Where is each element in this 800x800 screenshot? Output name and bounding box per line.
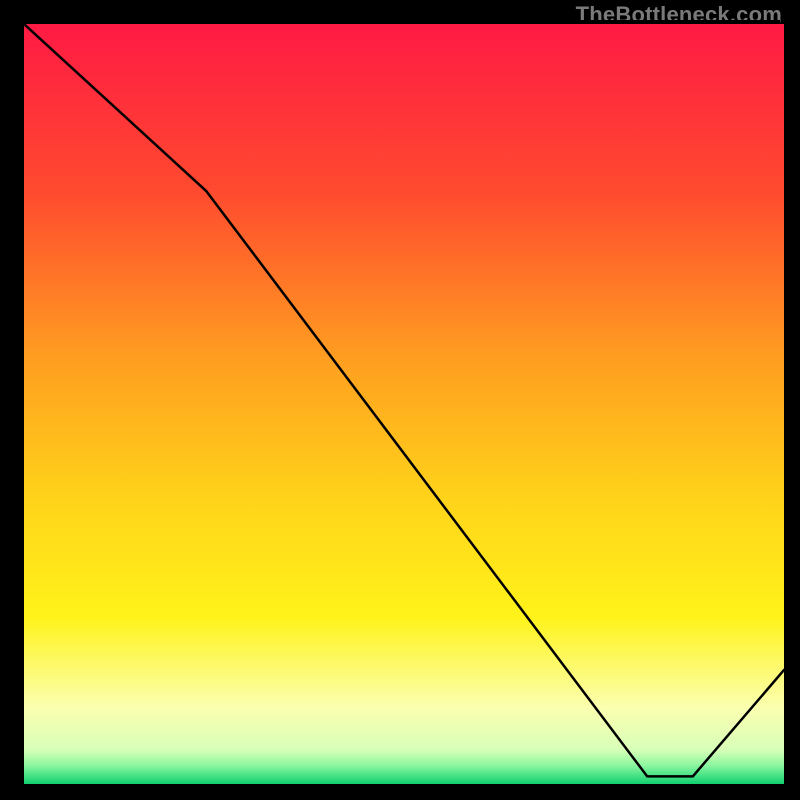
chart-container: TheBottleneck.com xyxy=(0,0,800,800)
chart-background xyxy=(24,24,784,784)
plot-area xyxy=(20,20,780,780)
chart-svg xyxy=(24,24,784,784)
